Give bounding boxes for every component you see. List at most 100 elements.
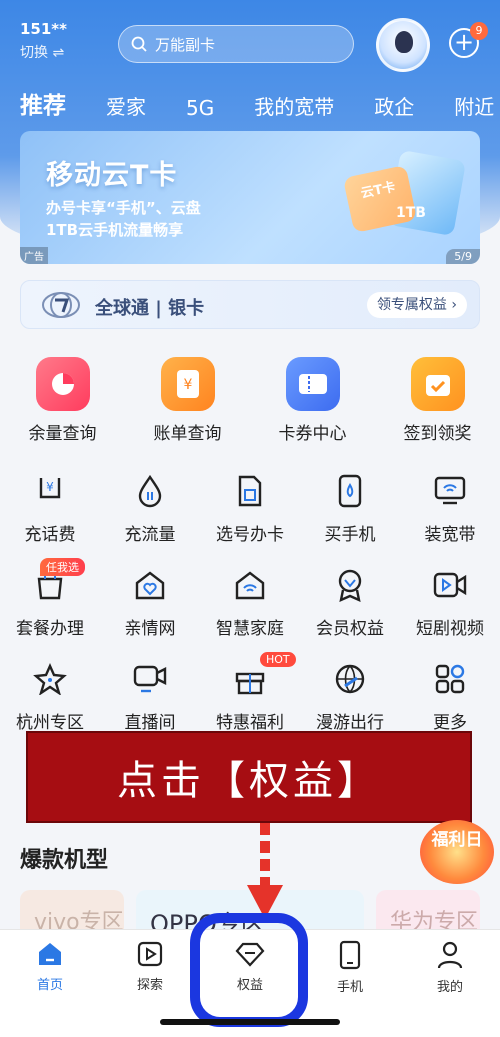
category-tabs: 推荐 爱家 5G 我的宽带 政企 附近 bbox=[20, 86, 500, 120]
assistant-avatar[interactable] bbox=[376, 18, 430, 72]
search-icon bbox=[131, 36, 147, 52]
grid-item-smart-home[interactable]: 智慧家庭 bbox=[200, 564, 300, 639]
nav-explore[interactable]: 探索 bbox=[120, 940, 180, 993]
nav-label: 探索 bbox=[136, 978, 163, 993]
welfare-day-badge[interactable]: 福利日 bbox=[420, 820, 494, 884]
switch-account-label[interactable]: 切换 ⇌ bbox=[20, 42, 67, 62]
grid-label: 装宽带 bbox=[424, 525, 476, 545]
grid-label: 智慧家庭 bbox=[216, 619, 284, 639]
notification-badge: 9 bbox=[470, 22, 488, 40]
sim-card-icon bbox=[229, 470, 271, 512]
grid-label: 充话费 bbox=[24, 525, 76, 545]
grid-label: 直播间 bbox=[124, 713, 176, 733]
more-grid-icon bbox=[429, 658, 471, 700]
promo-banner[interactable]: 移动云T卡 办号卡享“手机”、云盘 1TB云手机流量畅享 云T卡 1TB 广告 … bbox=[20, 131, 480, 264]
primary-grid: 余量查询 ¥ 账单查询 卡券中心 签到领奖 bbox=[0, 357, 500, 444]
instruction-overlay: 点击【权益】 bbox=[26, 731, 472, 823]
member-badge-icon bbox=[329, 564, 371, 606]
service-grid-row-2: ¥ 充话费 充流量 选号办卡 买手机 装宽带 bbox=[0, 470, 500, 545]
heart-house-icon bbox=[129, 564, 171, 606]
grid-item-bill[interactable]: ¥ 账单查询 bbox=[125, 357, 250, 444]
grid-label: 买手机 bbox=[324, 525, 376, 545]
nav-phone[interactable]: 手机 bbox=[320, 940, 380, 995]
star-icon bbox=[29, 658, 71, 700]
coupon-icon bbox=[285, 357, 340, 411]
banner-line-2: 1TB云手机流量畅享 bbox=[46, 221, 184, 239]
tab-broadband[interactable]: 我的宽带 bbox=[254, 91, 334, 120]
hot-tag: HOT bbox=[260, 652, 296, 667]
grid-item-member[interactable]: 会员权益 bbox=[300, 564, 400, 639]
wifi-house-icon bbox=[229, 564, 271, 606]
membership-level: 全球通 | 银卡 bbox=[95, 298, 205, 319]
grid-label: 套餐办理 bbox=[16, 619, 84, 639]
bill-icon: ¥ bbox=[160, 357, 215, 411]
grid-item-offers[interactable]: HOT 特惠福利 bbox=[200, 652, 300, 733]
grid-label: 账单查询 bbox=[153, 424, 222, 444]
tab-home[interactable]: 爱家 bbox=[106, 91, 146, 120]
grid-item-more[interactable]: 更多 bbox=[400, 658, 500, 733]
down-arrow-icon bbox=[247, 823, 283, 919]
section-title: 爆款机型 bbox=[20, 848, 109, 873]
storage-label: 1TB bbox=[396, 205, 426, 221]
calendar-check-icon bbox=[410, 357, 465, 411]
phone-bill-icon: ¥ bbox=[29, 470, 71, 512]
nav-profile[interactable]: 我的 bbox=[420, 940, 480, 995]
mobile-phone-icon bbox=[329, 470, 371, 512]
grid-label: 亲情网 bbox=[124, 619, 176, 639]
search-input[interactable]: 万能副卡 bbox=[118, 25, 354, 63]
grid-label: 卡券中心 bbox=[278, 424, 347, 444]
banner-page-indicator: 5/9 bbox=[446, 249, 480, 264]
grid-item-family[interactable]: 亲情网 bbox=[100, 564, 200, 639]
search-placeholder: 万能副卡 bbox=[155, 35, 216, 54]
grid-item-buy-phone[interactable]: 买手机 bbox=[300, 470, 400, 545]
person-icon bbox=[437, 941, 463, 969]
grid-item-short-video[interactable]: 短剧视频 bbox=[400, 564, 500, 639]
nav-label: 首页 bbox=[36, 978, 63, 993]
grid-item-topup[interactable]: ¥ 充话费 bbox=[0, 470, 100, 545]
grid-label: 余量查询 bbox=[28, 424, 97, 444]
nav-label: 我的 bbox=[436, 980, 463, 995]
grid-item-data[interactable]: 充流量 bbox=[100, 470, 200, 545]
home-icon bbox=[39, 943, 61, 965]
cloud-card-illustration: 云T卡 1TB bbox=[338, 149, 467, 241]
svg-text:¥: ¥ bbox=[183, 377, 192, 393]
live-camera-icon bbox=[129, 658, 171, 700]
phone-icon bbox=[339, 940, 361, 970]
broadband-monitor-icon bbox=[429, 470, 471, 512]
grid-item-hangzhou[interactable]: 杭州专区 bbox=[0, 658, 100, 733]
grid-label: 充流量 bbox=[124, 525, 176, 545]
grid-label: 杭州专区 bbox=[16, 713, 84, 733]
grid-item-broadband[interactable]: 装宽带 bbox=[400, 470, 500, 545]
tab-recommend[interactable]: 推荐 bbox=[20, 86, 66, 120]
home-indicator bbox=[160, 1019, 340, 1025]
global-card-strip[interactable]: 全球通 | 银卡 领专属权益 › bbox=[20, 280, 480, 329]
grid-item-number[interactable]: 选号办卡 bbox=[200, 470, 300, 545]
claim-benefits-button[interactable]: 领专属权益 › bbox=[366, 292, 467, 318]
grid-label: 更多 bbox=[433, 713, 467, 733]
account-number: 151** bbox=[20, 20, 67, 38]
data-drop-icon bbox=[129, 470, 171, 512]
grid-item-roaming[interactable]: 漫游出行 bbox=[300, 658, 400, 733]
grid-label: 短剧视频 bbox=[416, 619, 484, 639]
grid-label: 漫游出行 bbox=[316, 713, 384, 733]
tab-nearby[interactable]: 附近 bbox=[454, 91, 494, 120]
tab-enterprise[interactable]: 政企 bbox=[374, 91, 414, 120]
tab-5g[interactable]: 5G bbox=[186, 96, 214, 120]
grid-item-checkin[interactable]: 签到领奖 bbox=[375, 357, 500, 444]
nav-label: 手机 bbox=[336, 980, 363, 995]
grid-label: 会员权益 bbox=[316, 619, 384, 639]
banner-title: 移动云T卡 bbox=[46, 160, 178, 191]
grid-item-package[interactable]: 任我选 套餐办理 bbox=[0, 558, 100, 639]
pie-chart-icon bbox=[35, 357, 90, 411]
globe-plane-icon bbox=[329, 658, 371, 700]
grid-label: 选号办卡 bbox=[216, 525, 284, 545]
banner-line-1: 办号卡享“手机”、云盘 bbox=[46, 199, 201, 217]
grid-item-coupon[interactable]: 卡券中心 bbox=[250, 357, 375, 444]
grid-item-balance[interactable]: 余量查询 bbox=[0, 357, 125, 444]
play-icon bbox=[137, 941, 163, 967]
global-logo-icon bbox=[42, 292, 80, 318]
grid-item-live[interactable]: 直播间 bbox=[100, 658, 200, 733]
nav-home[interactable]: 首页 bbox=[20, 940, 80, 993]
video-camera-icon bbox=[429, 564, 471, 606]
account-switcher[interactable]: 151** 切换 ⇌ bbox=[20, 20, 67, 62]
